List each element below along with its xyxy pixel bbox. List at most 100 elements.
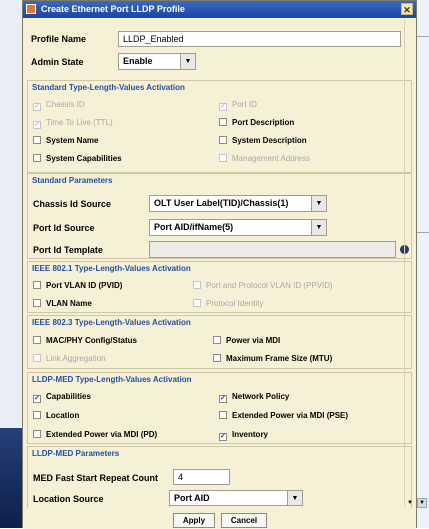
checkbox-box[interactable] xyxy=(33,281,41,289)
checkbox-box xyxy=(193,299,201,307)
checkbox-label: Capabilities xyxy=(46,392,91,401)
checkbox-box[interactable] xyxy=(33,430,41,438)
profile-name-input[interactable]: LLDP_Enabled xyxy=(118,31,401,47)
checkbox-mac-phy-config[interactable]: MAC/PHY Config/Status xyxy=(33,335,137,347)
close-icon[interactable]: ✕ xyxy=(401,3,413,15)
checkbox-label: Location xyxy=(46,411,80,420)
checkbox-label: Protocol Identity xyxy=(206,299,264,308)
apply-button[interactable]: Apply xyxy=(173,513,215,528)
ieee-8021-tlv-section: IEEE 802.1 Type-Length-Values Activation… xyxy=(27,261,412,313)
port-id-source-value: Port AID/ifName(5) xyxy=(154,222,234,232)
chassis-id-source-label: Chassis Id Source xyxy=(33,199,112,209)
port-id-template-input[interactable] xyxy=(149,241,396,258)
port-id-source-select[interactable]: Port AID/ifName(5) ▼ xyxy=(149,219,327,236)
chevron-down-icon[interactable]: ▼ xyxy=(180,54,195,69)
checkbox-box[interactable] xyxy=(219,136,227,144)
admin-state-label: Admin State xyxy=(31,57,84,67)
checkbox-label: Maximum Frame Size (MTU) xyxy=(226,354,333,363)
checkbox-location[interactable]: Location xyxy=(33,410,79,422)
port-id-template-label: Port Id Template xyxy=(33,245,103,255)
checkbox-network-policy[interactable]: ✓ Network Policy xyxy=(219,391,289,403)
checkbox-port-description[interactable]: Port Description xyxy=(219,117,294,129)
admin-state-select[interactable]: Enable ▼ xyxy=(118,53,196,70)
chevron-down-icon[interactable]: ▼ xyxy=(311,196,326,211)
checkbox-box xyxy=(193,281,201,289)
checkbox-label: Management Address xyxy=(232,154,310,163)
checkbox-label: VLAN Name xyxy=(46,299,92,308)
dialog-titlebar: Create Ethernet Port LLDP Profile ✕ xyxy=(23,1,416,18)
port-id-source-label: Port Id Source xyxy=(33,223,95,233)
location-source-select[interactable]: Port AID ▼ xyxy=(169,490,303,506)
profile-name-label: Profile Name xyxy=(31,34,87,44)
checkbox-system-description[interactable]: System Description xyxy=(219,135,307,147)
checkbox-port-id: ✓ Port ID xyxy=(219,99,257,111)
fast-start-label: MED Fast Start Repeat Count xyxy=(33,473,159,483)
checkbox-port-vlan-id[interactable]: Port VLAN ID (PVID) xyxy=(33,280,122,292)
checkbox-box[interactable] xyxy=(33,136,41,144)
background-right-panel: ▼ xyxy=(417,0,429,528)
fast-start-input[interactable]: 4 xyxy=(173,469,230,485)
checkbox-label: Inventory xyxy=(232,430,269,439)
standard-parameters-section: Standard Parameters Chassis Id Source OL… xyxy=(27,173,412,259)
checkbox-box: ✓ xyxy=(33,121,41,129)
checkbox-box[interactable]: ✓ xyxy=(33,395,41,403)
standard-tlv-section: Standard Type-Length-Values Activation ✓… xyxy=(27,80,412,173)
checkbox-label: Link Aggregation xyxy=(46,354,106,363)
background-scroll-arrow-icon[interactable]: ▼ xyxy=(417,498,427,508)
checkbox-power-via-mdi[interactable]: Power via MDI xyxy=(213,335,280,347)
checkbox-label: System Name xyxy=(46,136,99,145)
checkbox-label: Time To Live (TTL) xyxy=(46,118,113,127)
checkbox-ttl: ✓ Time To Live (TTL) xyxy=(33,117,113,129)
checkbox-box[interactable]: ✓ xyxy=(219,395,227,403)
checkbox-box[interactable] xyxy=(33,299,41,307)
checkbox-label: Network Policy xyxy=(232,392,290,401)
chevron-down-icon[interactable]: ▼ xyxy=(287,491,302,505)
checkbox-box[interactable] xyxy=(213,336,221,344)
checkbox-capabilities[interactable]: ✓ Capabilities xyxy=(33,391,91,403)
checkbox-ext-power-pse[interactable]: Extended Power via MDI (PSE) xyxy=(219,410,348,422)
lldp-profile-dialog: Create Ethernet Port LLDP Profile ✕ Prof… xyxy=(22,0,417,529)
chevron-down-icon[interactable]: ▼ xyxy=(311,220,326,235)
checkbox-label: System Capabilities xyxy=(46,154,122,163)
checkbox-box xyxy=(33,354,41,362)
checkbox-box[interactable] xyxy=(219,118,227,126)
cancel-button[interactable]: Cancel xyxy=(221,513,267,528)
checkbox-box[interactable]: ✓ xyxy=(219,433,227,441)
checkbox-box[interactable] xyxy=(33,154,41,162)
checkbox-link-aggregation: Link Aggregation xyxy=(33,353,106,365)
checkbox-label: Chassis ID xyxy=(46,100,85,109)
chassis-id-source-select[interactable]: OLT User Label(TID)/Chassis(1) ▼ xyxy=(149,195,327,212)
checkbox-box: ✓ xyxy=(33,103,41,111)
checkbox-label: Port ID xyxy=(232,100,257,109)
scroll-down-icon[interactable]: ▼ xyxy=(406,499,414,507)
location-source-label: Location Source xyxy=(33,494,104,504)
lldp-med-parameters-section: LLDP-MED Parameters MED Fast Start Repea… xyxy=(27,446,412,508)
section-title: IEEE 802.1 Type-Length-Values Activation xyxy=(32,264,191,273)
app-icon xyxy=(26,4,36,14)
checkbox-ext-power-pd[interactable]: Extended Power via MDI (PD) xyxy=(33,429,157,441)
section-title: Standard Type-Length-Values Activation xyxy=(32,83,185,92)
checkbox-system-name[interactable]: System Name xyxy=(33,135,98,147)
checkbox-box[interactable] xyxy=(33,336,41,344)
checkbox-inventory[interactable]: ✓ Inventory xyxy=(219,429,268,441)
checkbox-system-capabilities[interactable]: System Capabilities xyxy=(33,153,122,165)
section-title: IEEE 802.3 Type-Length-Values Activation xyxy=(32,318,191,327)
checkbox-label: Extended Power via MDI (PSE) xyxy=(232,411,349,420)
lldp-med-tlv-section: LLDP-MED Type-Length-Values Activation ✓… xyxy=(27,372,412,444)
dialog-title: Create Ethernet Port LLDP Profile xyxy=(41,4,185,14)
checkbox-label: System Description xyxy=(232,136,307,145)
section-title: Standard Parameters xyxy=(32,176,113,185)
checkbox-max-frame-size[interactable]: Maximum Frame Size (MTU) xyxy=(213,353,332,365)
checkbox-label: Port Description xyxy=(232,118,295,127)
checkbox-ppvid: Port and Protocol VLAN ID (PPVID) xyxy=(193,280,333,292)
background-divider xyxy=(417,232,429,233)
section-title: LLDP-MED Type-Length-Values Activation xyxy=(32,375,192,384)
checkbox-vlan-name[interactable]: VLAN Name xyxy=(33,298,92,310)
location-source-value: Port AID xyxy=(174,493,210,503)
checkbox-box[interactable] xyxy=(219,411,227,419)
checkbox-label: Port and Protocol VLAN ID (PPVID) xyxy=(206,281,333,290)
checkbox-box[interactable] xyxy=(213,354,221,362)
checkbox-chassis-id: ✓ Chassis ID xyxy=(33,99,85,111)
dialog-scrollbar[interactable]: ▼ xyxy=(404,19,414,507)
checkbox-box[interactable] xyxy=(33,411,41,419)
